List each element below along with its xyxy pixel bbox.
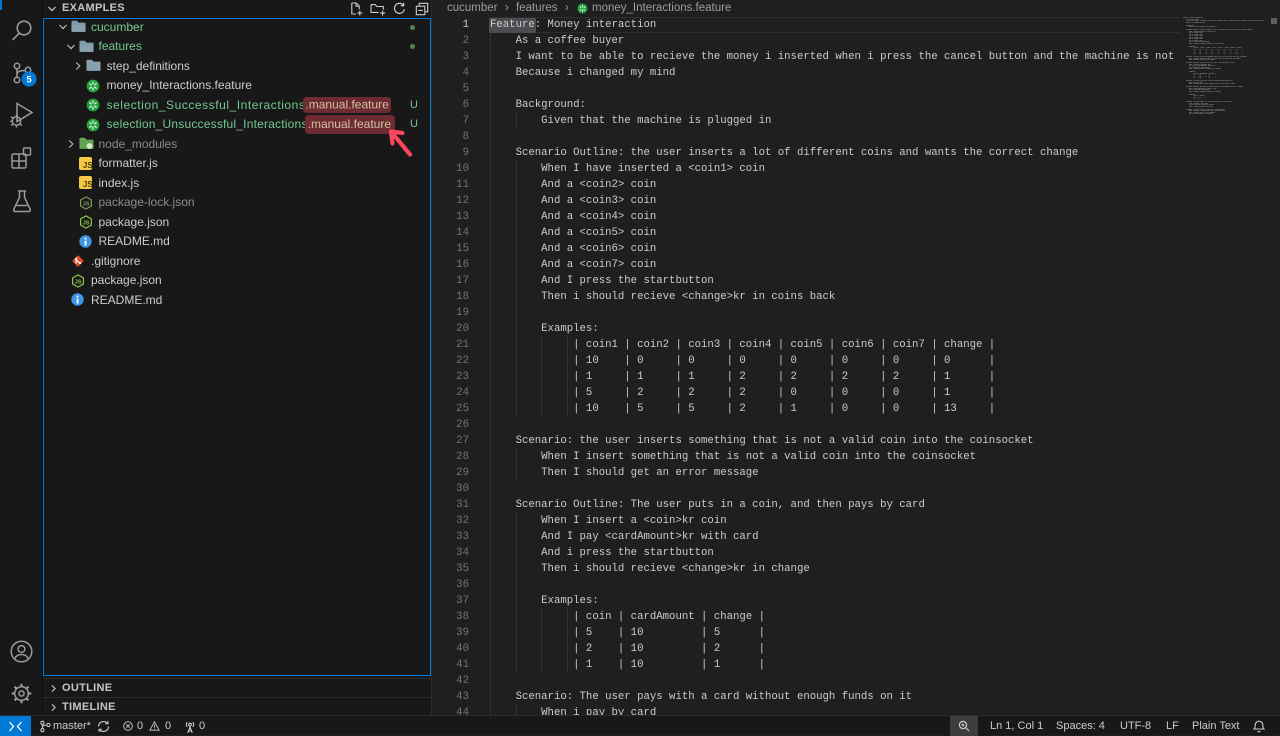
svg-text:JS: JS xyxy=(82,201,89,207)
svg-text:JS: JS xyxy=(82,161,91,170)
svg-text:JS: JS xyxy=(82,221,89,227)
svg-text:JS: JS xyxy=(75,279,82,285)
svg-text:5: 5 xyxy=(26,75,32,86)
svg-text:JS: JS xyxy=(82,180,91,189)
